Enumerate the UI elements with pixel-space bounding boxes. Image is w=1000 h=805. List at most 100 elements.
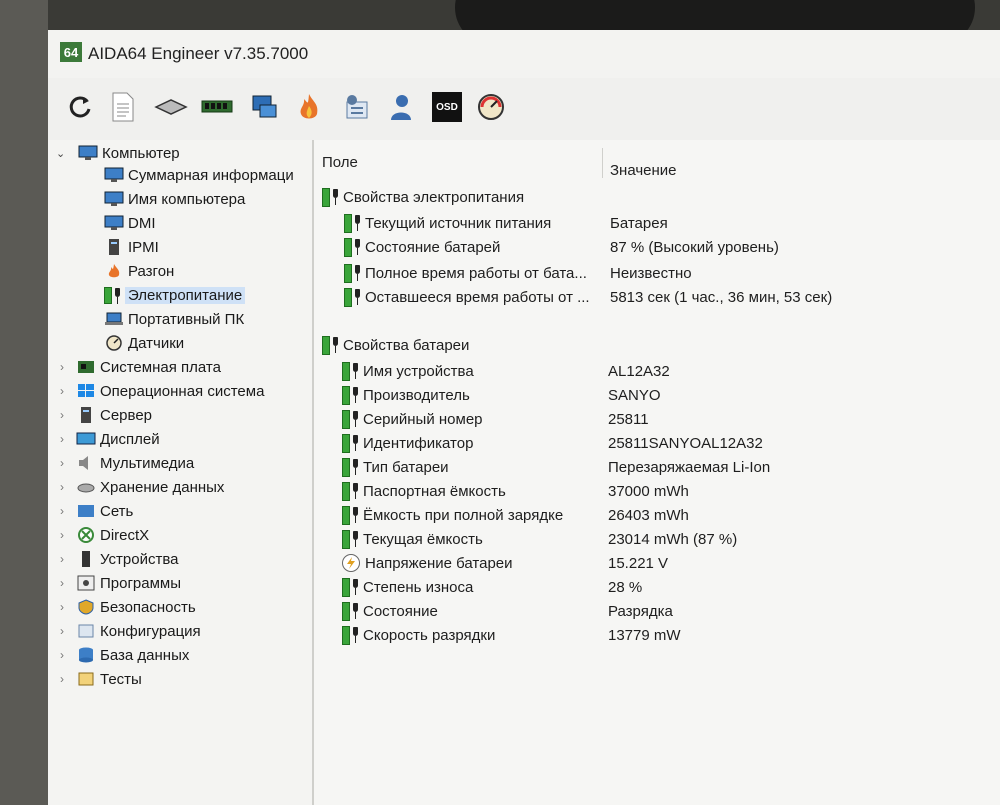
column-separator[interactable]: [602, 148, 603, 178]
tree-item-tests[interactable]: › Тесты: [60, 668, 142, 690]
network-icon[interactable]: [248, 90, 282, 124]
chevron-right-icon[interactable]: ›: [60, 384, 76, 398]
row-field: Ёмкость при полной зарядке: [363, 506, 564, 524]
tests-icon: [76, 671, 94, 687]
chevron-down-icon[interactable]: ⌄: [56, 147, 70, 160]
tree-item-dmi[interactable]: DMI: [104, 212, 156, 234]
computer-icon: [104, 191, 124, 207]
chevron-right-icon[interactable]: ›: [60, 408, 76, 422]
plug-icon: [354, 289, 361, 305]
row-field: Имя устройства: [363, 362, 474, 380]
gauge-icon[interactable]: [474, 90, 508, 124]
server-icon: [104, 239, 122, 255]
chevron-right-icon[interactable]: ›: [60, 672, 76, 686]
tree-item-os[interactable]: › Операционная система: [60, 380, 264, 402]
tree-item-database[interactable]: › База данных: [60, 644, 189, 666]
battery-icon: [342, 577, 350, 597]
column-header-value[interactable]: Значение: [610, 162, 677, 202]
plug-icon: [352, 459, 359, 475]
tree-item-computer-name[interactable]: Имя компьютера: [104, 188, 245, 210]
chevron-right-icon[interactable]: ›: [60, 480, 76, 494]
tree-item-sensors[interactable]: Датчики: [104, 332, 184, 354]
tree-item-label: Программы: [100, 574, 182, 592]
tree-item-ipmi[interactable]: IPMI: [104, 236, 159, 258]
tree-item-power[interactable]: Электропитание: [104, 284, 246, 306]
tree-item-label: Имя компьютера: [128, 190, 246, 208]
battery-icon: [342, 601, 350, 621]
tree-item-network[interactable]: › Сеть: [60, 500, 133, 522]
plug-icon: [352, 627, 359, 643]
tree-item-computer[interactable]: ⌄ Компьютер: [56, 142, 180, 164]
battery-icon: [342, 505, 350, 525]
storage-icon: [76, 479, 95, 495]
row-field: Текущая ёмкость: [363, 530, 483, 548]
report-icon[interactable]: [106, 90, 140, 124]
flame-icon[interactable]: [292, 90, 326, 124]
chevron-right-icon[interactable]: ›: [60, 648, 76, 662]
row-value: 26403 mWh: [608, 506, 689, 524]
battery-icon: [344, 263, 352, 283]
user-icon[interactable]: [384, 90, 418, 124]
tree-item-devices[interactable]: › Устройства: [60, 548, 178, 570]
plug-icon: [332, 189, 339, 205]
battery-icon: [342, 457, 350, 477]
drive-icon[interactable]: [154, 90, 188, 124]
chevron-right-icon[interactable]: ›: [60, 600, 76, 614]
row-field: Степень износа: [363, 578, 474, 596]
row-value: Перезаряжаемая Li-Ion: [608, 458, 771, 476]
tree-item-motherboard[interactable]: › Системная плата: [60, 356, 221, 378]
tree-item-overclock[interactable]: Разгон: [104, 260, 174, 282]
monitor-icon: [76, 431, 96, 447]
toolbar: OSD: [48, 78, 1000, 141]
refresh-icon[interactable]: [64, 90, 98, 124]
tools-icon[interactable]: [340, 90, 374, 124]
row-value: 87 % (Высокий уровень): [610, 238, 779, 256]
tree-item-summary[interactable]: Суммарная информаци: [104, 164, 294, 186]
tree-item-label: Разгон: [128, 262, 175, 280]
chevron-right-icon[interactable]: ›: [60, 360, 76, 374]
tree-item-display[interactable]: › Дисплей: [60, 428, 160, 450]
tree-item-label: Портативный ПК: [128, 310, 245, 328]
battery-icon: [322, 187, 330, 207]
chevron-right-icon[interactable]: ›: [60, 504, 76, 518]
app-logo-icon: 64: [60, 42, 82, 62]
battery-plug-icon: [104, 287, 122, 304]
tree-item-label: База данных: [100, 646, 190, 664]
tree-item-config[interactable]: › Конфигурация: [60, 620, 201, 642]
plug-icon: [354, 265, 361, 281]
database-icon: [76, 647, 94, 663]
config-icon: [76, 623, 94, 639]
battery-icon: [342, 481, 350, 501]
row-field: Скорость разрядки: [363, 626, 496, 644]
plug-icon: [332, 337, 339, 353]
chevron-right-icon[interactable]: ›: [60, 528, 76, 542]
motherboard-icon: [76, 359, 94, 375]
title-bar: 64 AIDA64 Engineer v7.35.7000: [48, 30, 1000, 78]
tree-item-label: Дисплей: [100, 430, 160, 448]
computer-icon: [104, 167, 124, 183]
plug-icon: [352, 363, 359, 379]
row-value: Неизвестно: [610, 264, 692, 282]
lightning-icon: [342, 554, 360, 572]
chevron-right-icon[interactable]: ›: [60, 552, 76, 566]
tree-item-storage[interactable]: › Хранение данных: [60, 476, 224, 498]
osd-icon[interactable]: OSD: [430, 90, 464, 124]
tree-item-server[interactable]: › Сервер: [60, 404, 152, 426]
row-value: 25811: [608, 410, 649, 428]
tree-item-multimedia[interactable]: › Мультимедиа: [60, 452, 194, 474]
chevron-right-icon[interactable]: ›: [60, 432, 76, 446]
tree-item-label: Компьютер: [102, 144, 180, 162]
plug-icon: [354, 239, 361, 255]
tree-item-laptop[interactable]: Портативный ПК: [104, 308, 244, 330]
tree-item-label: Сеть: [100, 502, 134, 520]
tree-item-programs[interactable]: › Программы: [60, 572, 181, 594]
row-value: Батарея: [610, 214, 668, 232]
row-value: 28 %: [608, 578, 643, 596]
tree-item-directx[interactable]: › DirectX: [60, 524, 149, 546]
section-title: Свойства электропитания: [343, 188, 525, 206]
chevron-right-icon[interactable]: ›: [60, 624, 76, 638]
tree-item-security[interactable]: › Безопасность: [60, 596, 196, 618]
chevron-right-icon[interactable]: ›: [60, 576, 76, 590]
memory-icon[interactable]: [200, 90, 234, 124]
chevron-right-icon[interactable]: ›: [60, 456, 76, 470]
